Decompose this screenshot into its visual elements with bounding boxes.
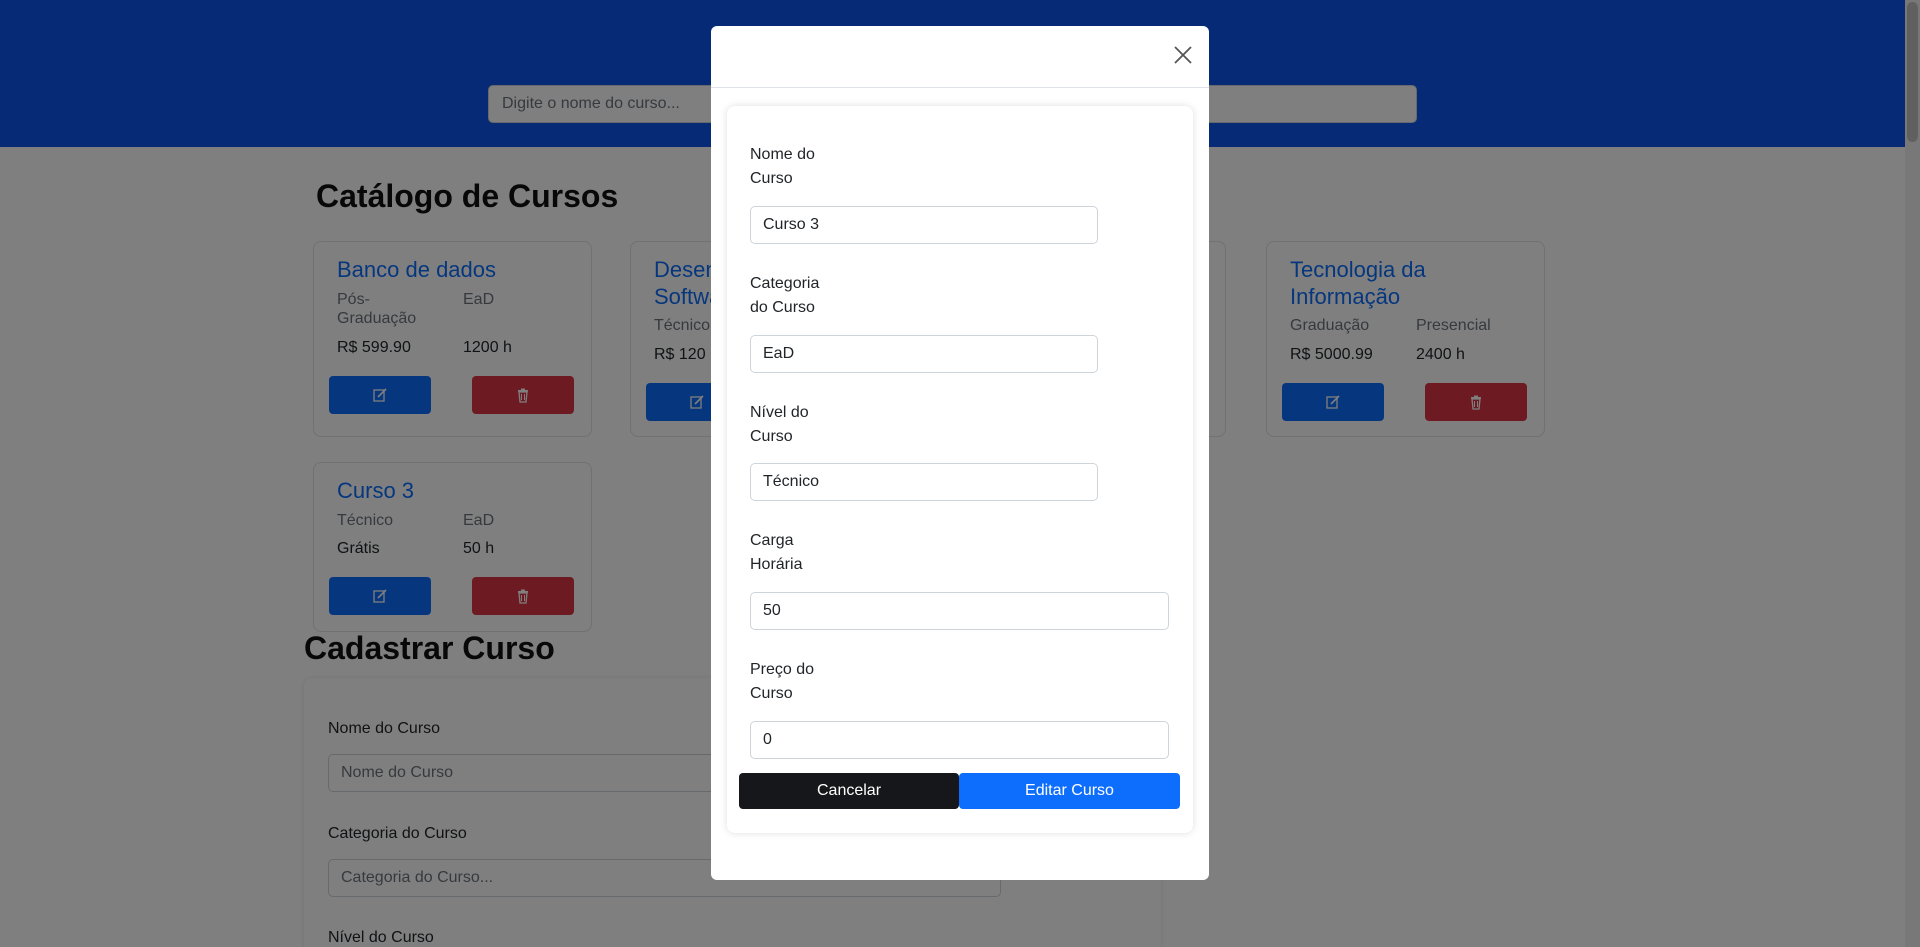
edit-course-modal: Nome do Curso Categoria do Curso Nível d…: [711, 26, 1209, 880]
field-label: Categoria do Curso: [750, 275, 820, 316]
field-label: Nível do Curso: [750, 404, 809, 445]
course-hours-field[interactable]: [750, 592, 1169, 630]
edit-course-button[interactable]: Editar Curso: [959, 773, 1180, 809]
field-label: Preço do Curso: [750, 661, 815, 702]
field-label: Nome do Curso: [750, 146, 815, 187]
close-icon: [1174, 46, 1192, 64]
field-label: Carga Horária: [750, 532, 803, 573]
modal-header: [711, 26, 1209, 88]
course-price-field[interactable]: [750, 721, 1169, 759]
edit-course-form: Nome do Curso Categoria do Curso Nível d…: [727, 106, 1193, 833]
close-button[interactable]: [1169, 41, 1197, 69]
course-category-field[interactable]: [750, 335, 1098, 373]
course-name-field[interactable]: [750, 206, 1098, 244]
course-level-field[interactable]: [750, 463, 1098, 501]
cancel-button[interactable]: Cancelar: [739, 773, 959, 809]
